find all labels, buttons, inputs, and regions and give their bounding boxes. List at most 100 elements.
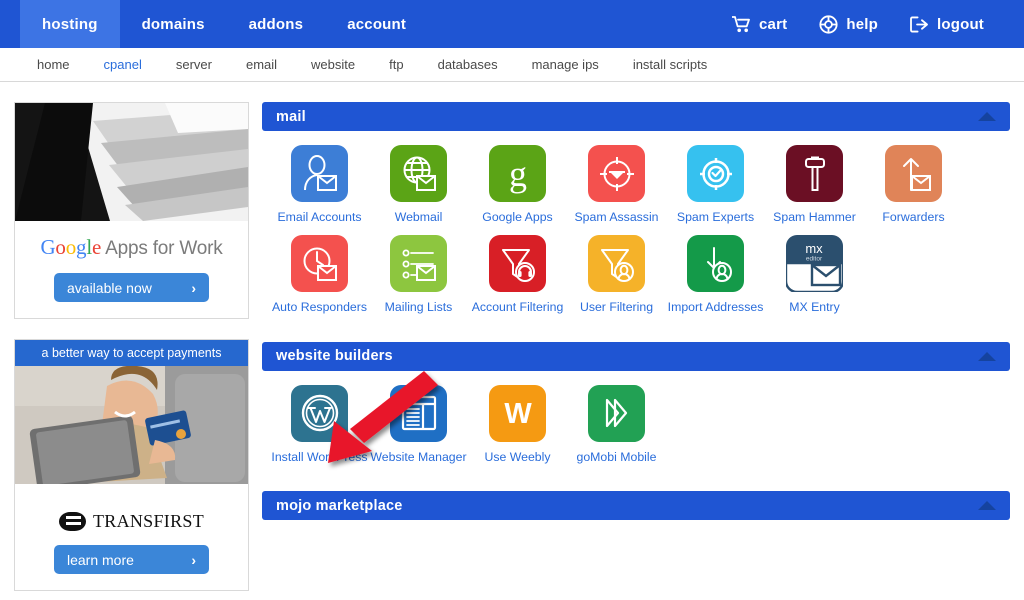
tile-spam-experts[interactable]: Spam Experts — [666, 145, 765, 225]
tile-website-manager-label: Website Manager — [370, 450, 466, 465]
svg-text:editor: editor — [806, 256, 823, 263]
subnav-item-databases[interactable]: databases — [421, 57, 515, 72]
nav-item-domains[interactable]: domains — [120, 0, 227, 48]
list-envelope-icon — [390, 235, 447, 292]
tile-import-addresses-label: Import Addresses — [668, 300, 764, 315]
caret-up-icon[interactable] — [978, 352, 996, 361]
nav-item-hosting-label: hosting — [42, 16, 98, 33]
tile-google-apps[interactable]: g Google Apps — [468, 145, 567, 225]
tile-import-addresses[interactable]: Import Addresses — [666, 235, 765, 315]
section-website-builders: website builders Install WordPress — [262, 342, 1010, 477]
google-apps-ad-image — [15, 103, 248, 221]
tile-use-weebly[interactable]: W Use Weebly — [468, 385, 567, 465]
funnel-headset-icon — [489, 235, 546, 292]
tile-mx-entry[interactable]: mxeditor MX Entry — [765, 235, 864, 315]
tile-mailing-lists-label: Mailing Lists — [385, 300, 453, 315]
nav-item-addons[interactable]: addons — [227, 0, 326, 48]
subnav-item-cpanel[interactable]: cpanel — [87, 57, 159, 72]
subnav-item-ftp[interactable]: ftp — [372, 57, 420, 72]
primary-nav-utility-items: cart help logout — [716, 0, 1024, 48]
nav-item-account-label: account — [347, 16, 406, 33]
transfirst-ad[interactable]: a better way to accept payments — [14, 339, 249, 591]
subnav-item-install-scripts[interactable]: install scripts — [616, 57, 724, 72]
nav-item-domains-label: domains — [142, 16, 205, 33]
transfirst-ad-banner: a better way to accept payments — [15, 340, 248, 366]
cart-icon — [732, 15, 751, 34]
funnel-user-icon — [588, 235, 645, 292]
nav-item-account[interactable]: account — [325, 0, 428, 48]
transfirst-ad-body: TRANSFIRST learn more › — [15, 484, 248, 590]
nav-item-cart-label: cart — [759, 16, 787, 33]
tile-forwarders[interactable]: Forwarders — [864, 145, 963, 225]
subnav-item-server[interactable]: server — [159, 57, 229, 72]
nav-item-hosting[interactable]: hosting — [20, 0, 120, 48]
mx-editor-icon: mxeditor — [786, 235, 843, 292]
transfirst-ad-cta-button[interactable]: learn more › — [54, 545, 209, 574]
tile-spam-hammer-label: Spam Hammer — [773, 210, 856, 225]
tile-website-manager[interactable]: Website Manager — [369, 385, 468, 465]
tile-gomobi-mobile-label: goMobi Mobile — [577, 450, 657, 465]
weebly-w-icon: W — [489, 385, 546, 442]
cpanel-sections: mail Email Accounts Webmail — [252, 102, 1024, 600]
primary-nav-items: hosting domains addons account — [20, 0, 428, 48]
tile-install-wordpress-label: Install WordPress — [271, 450, 367, 465]
crosshair-envelope-icon — [588, 145, 645, 202]
arrow-up-envelope-icon — [885, 145, 942, 202]
google-apps-ad-body: Google Apps for Work available now › — [15, 221, 248, 318]
nav-item-logout[interactable]: logout — [894, 0, 1000, 48]
google-apps-ad-cta-button[interactable]: available now › — [54, 273, 209, 302]
section-website-builders-tiles: Install WordPress Website Manager W Use … — [262, 371, 1010, 477]
tile-gomobi-mobile[interactable]: goMobi Mobile — [567, 385, 666, 465]
cpanel-page: hosting domains addons account cart help — [0, 0, 1024, 600]
page-content: Google Apps for Work available now › a b… — [0, 82, 1024, 600]
subnav-item-website[interactable]: website — [294, 57, 372, 72]
google-apps-ad-title: Google Apps for Work — [25, 235, 238, 260]
section-mail-title: mail — [276, 109, 306, 125]
tile-spam-assassin-label: Spam Assassin — [574, 210, 658, 225]
transfirst-ad-image — [15, 366, 248, 484]
section-website-builders-title: website builders — [276, 348, 393, 364]
tile-user-filtering[interactable]: User Filtering — [567, 235, 666, 315]
subnav-item-home[interactable]: home — [20, 57, 87, 72]
transfirst-logo: TRANSFIRST — [25, 498, 238, 532]
tile-account-filtering[interactable]: Account Filtering — [468, 235, 567, 315]
tile-mx-entry-label: MX Entry — [789, 300, 840, 315]
caret-up-icon[interactable] — [978, 501, 996, 510]
tile-webmail[interactable]: Webmail — [369, 145, 468, 225]
google-apps-ad[interactable]: Google Apps for Work available now › — [14, 102, 249, 319]
nav-item-logout-label: logout — [937, 16, 984, 33]
lifebuoy-icon — [819, 15, 838, 34]
user-envelope-icon — [291, 145, 348, 202]
nav-item-help-label: help — [846, 16, 878, 33]
tile-webmail-label: Webmail — [395, 210, 443, 225]
nav-item-help[interactable]: help — [803, 0, 894, 48]
section-website-builders-header[interactable]: website builders — [262, 342, 1010, 371]
tile-mailing-lists[interactable]: Mailing Lists — [369, 235, 468, 315]
tile-use-weebly-label: Use Weebly — [484, 450, 550, 465]
tile-spam-experts-label: Spam Experts — [677, 210, 754, 225]
chevron-right-icon: › — [191, 552, 196, 568]
tile-email-accounts-label: Email Accounts — [277, 210, 361, 225]
sidebar-ads: Google Apps for Work available now › a b… — [0, 102, 252, 600]
section-mail: mail Email Accounts Webmail — [262, 102, 1010, 328]
tile-email-accounts[interactable]: Email Accounts — [270, 145, 369, 225]
google-wordmark: Google — [40, 235, 101, 259]
tile-auto-responders[interactable]: Auto Responders — [270, 235, 369, 315]
clock-envelope-icon — [291, 235, 348, 292]
target-check-icon — [687, 145, 744, 202]
tile-install-wordpress[interactable]: Install WordPress — [270, 385, 369, 465]
secondary-navbar: home cpanel server email website ftp dat… — [0, 48, 1024, 82]
section-mail-header[interactable]: mail — [262, 102, 1010, 131]
subnav-item-email[interactable]: email — [229, 57, 294, 72]
section-mojo-marketplace-header[interactable]: mojo marketplace — [262, 491, 1010, 520]
tile-spam-assassin[interactable]: Spam Assassin — [567, 145, 666, 225]
caret-up-icon[interactable] — [978, 112, 996, 121]
tile-spam-hammer[interactable]: Spam Hammer — [765, 145, 864, 225]
tile-auto-responders-label: Auto Responders — [272, 300, 367, 315]
google-g-icon: g — [489, 145, 546, 202]
subnav-item-manage-ips[interactable]: manage ips — [515, 57, 616, 72]
nav-item-cart[interactable]: cart — [716, 0, 803, 48]
transfirst-wordmark: TRANSFIRST — [93, 511, 204, 532]
svg-text:W: W — [504, 398, 532, 430]
layout-page-icon — [390, 385, 447, 442]
